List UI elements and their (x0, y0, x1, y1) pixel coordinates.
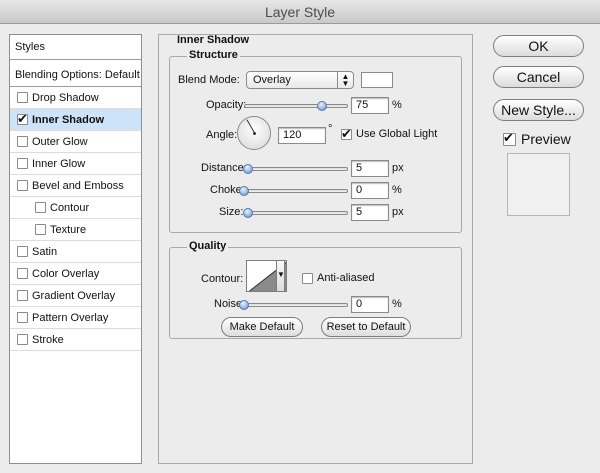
cancel-button[interactable]: Cancel (493, 66, 584, 88)
opacity-unit: % (392, 99, 402, 111)
size-label: Size: (219, 206, 244, 218)
structure-title: Structure (187, 49, 240, 61)
style-item[interactable]: Stroke (10, 329, 141, 351)
styles-list: Styles Blending Options: Default Drop Sh… (9, 34, 142, 464)
anti-aliased-checkbox[interactable]: Anti-aliased (302, 272, 374, 284)
style-item[interactable]: Color Overlay (10, 263, 141, 285)
quality-title: Quality (187, 240, 229, 252)
preview-checkbox[interactable]: Preview (503, 130, 571, 147)
distance-input[interactable]: 5 (351, 160, 389, 177)
contour-label: Contour: (201, 273, 244, 285)
style-item[interactable]: Outer Glow (10, 131, 141, 153)
quality-group: Quality Contour: ▼ Anti-aliased Noise: 0… (169, 240, 462, 339)
distance-label: Distance: (201, 162, 247, 174)
size-slider[interactable] (243, 208, 348, 218)
style-item-label: Texture (50, 223, 87, 236)
panel-title: Inner Shadow (177, 34, 250, 46)
style-checkbox[interactable] (17, 136, 28, 147)
style-checkbox[interactable] (17, 246, 28, 257)
size-unit: px (392, 206, 404, 218)
style-checkbox[interactable] (17, 92, 28, 103)
style-item-label: Bevel and Emboss (32, 179, 124, 192)
preview-thumbnail (507, 153, 570, 216)
choke-slider-thumb[interactable] (239, 186, 249, 196)
style-item-label: Inner Shadow (32, 113, 105, 126)
noise-input[interactable]: 0 (351, 296, 389, 313)
style-item-label: Satin (32, 245, 58, 258)
noise-unit: % (392, 298, 402, 310)
opacity-input[interactable]: 75 (351, 97, 389, 114)
preview-label: Preview (521, 131, 571, 147)
style-item[interactable]: Gradient Overlay (10, 285, 141, 307)
distance-unit: px (392, 162, 404, 174)
anti-aliased-label: Anti-aliased (317, 272, 375, 284)
noise-slider-thumb[interactable] (239, 300, 249, 310)
reset-default-button[interactable]: Reset to Default (321, 317, 411, 337)
preview-checkmark-icon[interactable] (503, 130, 516, 146)
structure-group: Structure Blend Mode: Overlay ▲ ▼ Opacity… (169, 49, 462, 233)
updown-arrows-icon: ▲ ▼ (337, 72, 353, 88)
ok-button[interactable]: OK (493, 35, 584, 57)
style-item-label: Stroke (32, 333, 64, 346)
style-item-label: Drop Shadow (32, 91, 99, 104)
window-title: Layer Style (0, 0, 600, 24)
style-checkbox[interactable] (17, 290, 28, 301)
choke-slider[interactable] (239, 186, 348, 196)
inner-shadow-panel: Inner Shadow Structure Blend Mode: Overl… (158, 34, 473, 464)
angle-label: Angle: (206, 129, 238, 141)
use-global-light-label: Use Global Light (356, 128, 438, 140)
style-checkbox[interactable] (35, 202, 46, 213)
blend-mode-select[interactable]: Overlay ▲ ▼ (246, 71, 354, 89)
style-item[interactable]: Bevel and Emboss (10, 175, 141, 197)
noise-slider[interactable] (239, 300, 348, 310)
distance-slider-thumb[interactable] (243, 164, 253, 174)
shadow-color-swatch[interactable] (361, 72, 393, 88)
opacity-slider-thumb[interactable] (317, 101, 327, 111)
blend-mode-label: Blend Mode: (178, 74, 240, 86)
style-checkbox[interactable] (17, 111, 28, 127)
style-item[interactable]: Pattern Overlay (10, 307, 141, 329)
opacity-label: Opacity: (206, 99, 247, 111)
style-checkbox[interactable] (17, 312, 28, 323)
choke-unit: % (392, 184, 402, 196)
anti-aliased-box[interactable] (302, 272, 313, 284)
style-item[interactable]: Inner Shadow (10, 109, 141, 131)
make-default-button[interactable]: Make Default (221, 317, 303, 337)
angle-unit: ° (328, 123, 333, 135)
dialog-window: Styles Blending Options: Default Drop Sh… (0, 24, 600, 473)
style-item[interactable]: Inner Glow (10, 153, 141, 175)
style-item[interactable]: Texture (10, 219, 141, 241)
angle-input[interactable]: 120 (278, 127, 326, 144)
angle-dial[interactable] (237, 116, 271, 150)
style-item[interactable]: Drop Shadow (10, 87, 141, 109)
opacity-slider[interactable] (244, 101, 348, 111)
use-global-light-checkbox[interactable]: Use Global Light (341, 126, 438, 142)
style-item-label: Color Overlay (32, 267, 100, 280)
new-style-button[interactable]: New Style... (493, 99, 584, 121)
style-checkbox[interactable] (17, 334, 28, 345)
style-item-label: Inner Glow (32, 157, 86, 170)
choke-input[interactable]: 0 (351, 182, 389, 199)
style-checkbox[interactable] (17, 268, 28, 279)
style-item-label: Contour (50, 201, 90, 214)
styles-header[interactable]: Styles (10, 35, 141, 60)
style-checkbox[interactable] (17, 158, 28, 169)
style-checkbox[interactable] (35, 224, 46, 235)
dropdown-triangle-icon[interactable]: ▼ (276, 260, 285, 292)
distance-slider[interactable] (243, 164, 348, 174)
blending-options-item[interactable]: Blending Options: Default (10, 60, 141, 87)
blend-mode-value: Overlay (253, 74, 291, 86)
style-item-label: Gradient Overlay (32, 289, 116, 302)
style-checkbox[interactable] (17, 180, 28, 191)
style-item-label: Outer Glow (32, 135, 88, 148)
style-item[interactable]: Satin (10, 241, 141, 263)
style-item-label: Pattern Overlay (32, 311, 109, 324)
style-item[interactable]: Contour (10, 197, 141, 219)
size-input[interactable]: 5 (351, 204, 389, 221)
checkmark-icon[interactable] (341, 126, 352, 142)
angle-dial-needle (246, 119, 255, 133)
size-slider-thumb[interactable] (243, 208, 253, 218)
